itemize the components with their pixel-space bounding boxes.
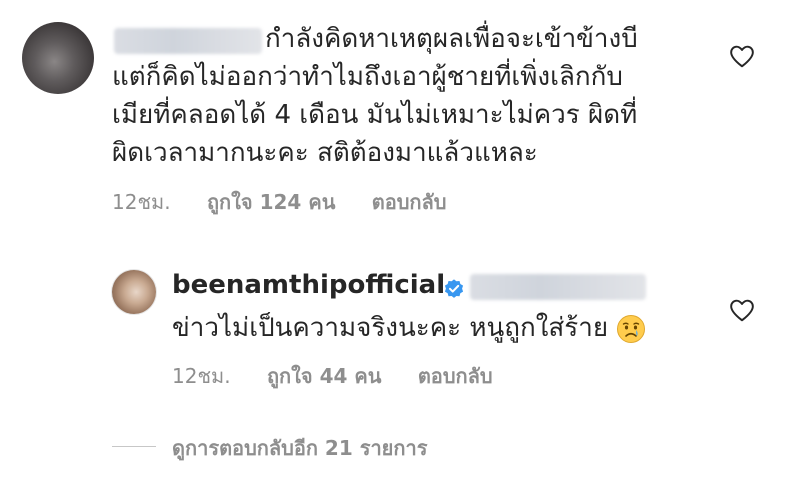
view-more-replies-link[interactable]: ดูการตอบกลับอีก 21 รายการ: [172, 432, 427, 464]
heart-icon[interactable]: [729, 44, 755, 68]
verified-badge-icon: [444, 279, 464, 298]
comment-line: เมียที่คลอดได้ 4 เดือน มันไม่เหมาะไม่ควร…: [112, 100, 638, 130]
reply-likes[interactable]: ถูกใจ 44 คน: [267, 360, 382, 392]
reply-avatar[interactable]: [112, 270, 156, 314]
commenter-avatar[interactable]: [22, 22, 94, 94]
reply-text: ข่าวไม่เป็นความจริงนะคะ หนูถูกใส่ร้าย: [172, 310, 646, 346]
view-replies-divider: [112, 446, 156, 447]
comment-likes[interactable]: ถูกใจ 124 คน: [207, 186, 335, 218]
reply-meta: 12ชม. ถูกใจ 44 คน ตอบกลับ: [172, 360, 493, 392]
comment-line: กำลังคิดหาเหตุผลเพื่อจะเข้าข้างบี: [265, 24, 638, 54]
reply-username[interactable]: beenamthipofficial: [172, 270, 445, 300]
crying-face-emoji-icon: [617, 314, 646, 343]
reply-button[interactable]: ตอบกลับ: [372, 186, 447, 218]
comment-line: แต่ก็คิดไม่ออกว่าทำไมถึงเอาผู้ชายที่เพิ่…: [112, 62, 623, 92]
heart-icon[interactable]: [729, 298, 755, 322]
reply-text-content: ข่าวไม่เป็นความจริงนะคะ หนูถูกใส่ร้าย: [172, 313, 609, 343]
mentioned-username-redacted: [470, 274, 646, 300]
comment-line: ผิดเวลามากนะคะ สติต้องมาแล้วแหละ: [112, 138, 538, 168]
reply-button[interactable]: ตอบกลับ: [418, 360, 493, 392]
comment-text: กำลังคิดหาเหตุผลเพื่อจะเข้าข้างบี แต่ก็ค…: [112, 20, 638, 172]
comment-meta: 12ชม. ถูกใจ 124 คน ตอบกลับ: [112, 186, 447, 218]
comment-time: 12ชม.: [112, 190, 171, 214]
reply-time: 12ชม.: [172, 364, 231, 388]
